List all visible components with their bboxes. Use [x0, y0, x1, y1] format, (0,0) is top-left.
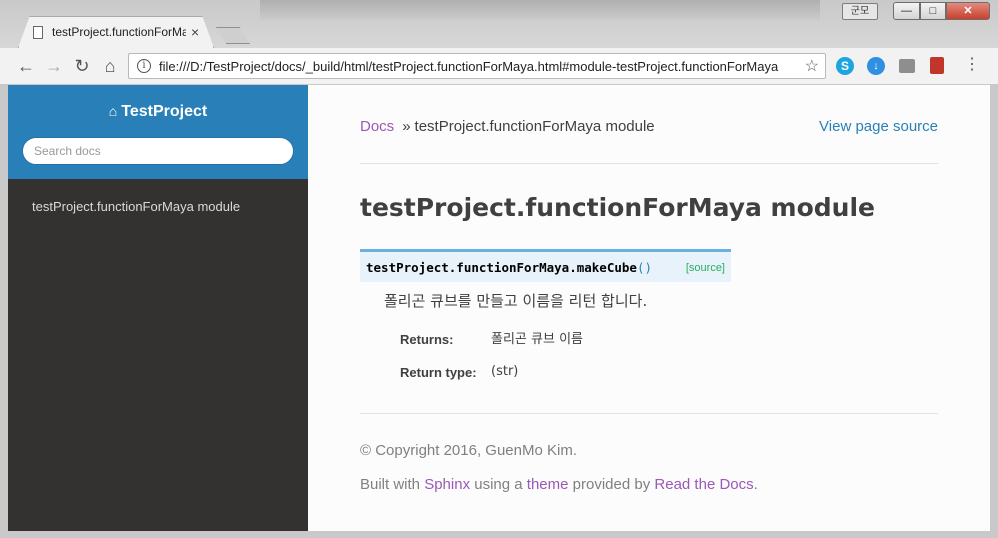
sidebar-header: ⌂ TestProject [8, 85, 308, 179]
skype-icon[interactable]: S [836, 57, 854, 75]
built-prefix: Built with [360, 476, 421, 493]
divider [360, 163, 938, 164]
sidebar: ⌂TestProject testProject.functionForMaya… [8, 85, 308, 531]
shirt-icon[interactable] [899, 59, 915, 73]
profile-button[interactable]: 군모 [842, 3, 878, 20]
using-a-text: using a [474, 476, 523, 493]
minimize-button[interactable]: — [893, 2, 920, 20]
page-icon [33, 26, 43, 39]
breadcrumb-separator: » [402, 118, 411, 135]
window-frame-right [990, 85, 998, 538]
close-tab-icon[interactable]: × [191, 24, 199, 40]
search-input[interactable] [22, 137, 294, 165]
period: . [753, 476, 758, 493]
maximize-button[interactable]: □ [920, 2, 946, 20]
address-bar[interactable]: i file:///D:/TestProject/docs/_build/htm… [128, 53, 826, 79]
forward-button[interactable]: → [44, 56, 64, 76]
bookmark-star-icon[interactable]: ☆ [805, 56, 819, 76]
book-icon[interactable] [930, 57, 944, 74]
breadcrumb-docs-link[interactable]: Docs [360, 118, 394, 135]
breadcrumb-current: testProject.functionForMaya module [414, 118, 655, 135]
provided-by-text: provided by [572, 476, 651, 493]
menu-icon[interactable]: ⋮ [964, 55, 980, 75]
function-signature: testProject.functionForMaya.makeCube() [… [360, 249, 731, 282]
close-window-button[interactable]: ✕ [946, 2, 990, 20]
read-the-docs-link[interactable]: Read the Docs [654, 476, 753, 493]
function-name: testProject.functionForMaya.makeCube() [366, 260, 652, 275]
browser-toolbar: ← → ↻ ⌂ i file:///D:/TestProject/docs/_b… [0, 48, 998, 85]
main-content: Docs» testProject.functionForMaya module … [308, 85, 990, 531]
info-icon[interactable]: i [137, 59, 151, 73]
download-icon[interactable]: ↓ [867, 57, 885, 75]
view-page-source-link[interactable]: View page source [819, 118, 938, 136]
sphinx-link[interactable]: Sphinx [424, 476, 470, 493]
project-home-link[interactable]: ⌂ TestProject [8, 101, 308, 122]
return-type-value: (str) [491, 364, 519, 379]
sidebar-item-module[interactable]: testProject.functionForMaya module [32, 199, 240, 215]
built-with: Built with Sphinx using a theme provided… [360, 476, 758, 494]
returns-label: Returns: [400, 332, 454, 347]
window-frame-left [0, 85, 8, 538]
function-description: 폴리곤 큐브를 만들고 이름을 리턴 합니다. [384, 292, 648, 310]
return-type-label: Return type: [400, 365, 477, 380]
source-link[interactable]: [source] [686, 262, 725, 275]
page-title: testProject.functionForMaya module [360, 193, 876, 222]
copyright: © Copyright 2016, GuenMo Kim. [360, 442, 577, 459]
tab-title[interactable]: testProject.functionForMaya [52, 25, 186, 41]
home-icon: ⌂ [108, 103, 118, 119]
home-button[interactable]: ⌂ [100, 56, 120, 76]
theme-link[interactable]: theme [527, 476, 569, 493]
footer-divider [360, 413, 938, 414]
window-frame-bottom [0, 531, 998, 538]
url-text[interactable]: file:///D:/TestProject/docs/_build/html/… [159, 58, 799, 75]
back-button[interactable]: ← [16, 56, 36, 76]
returns-value: 폴리곤 큐브 이름 [491, 332, 583, 347]
page-viewport: ⌂TestProject testProject.functionForMaya… [8, 85, 990, 531]
project-name: TestProject [121, 103, 208, 120]
reload-button[interactable]: ↻ [72, 56, 92, 76]
